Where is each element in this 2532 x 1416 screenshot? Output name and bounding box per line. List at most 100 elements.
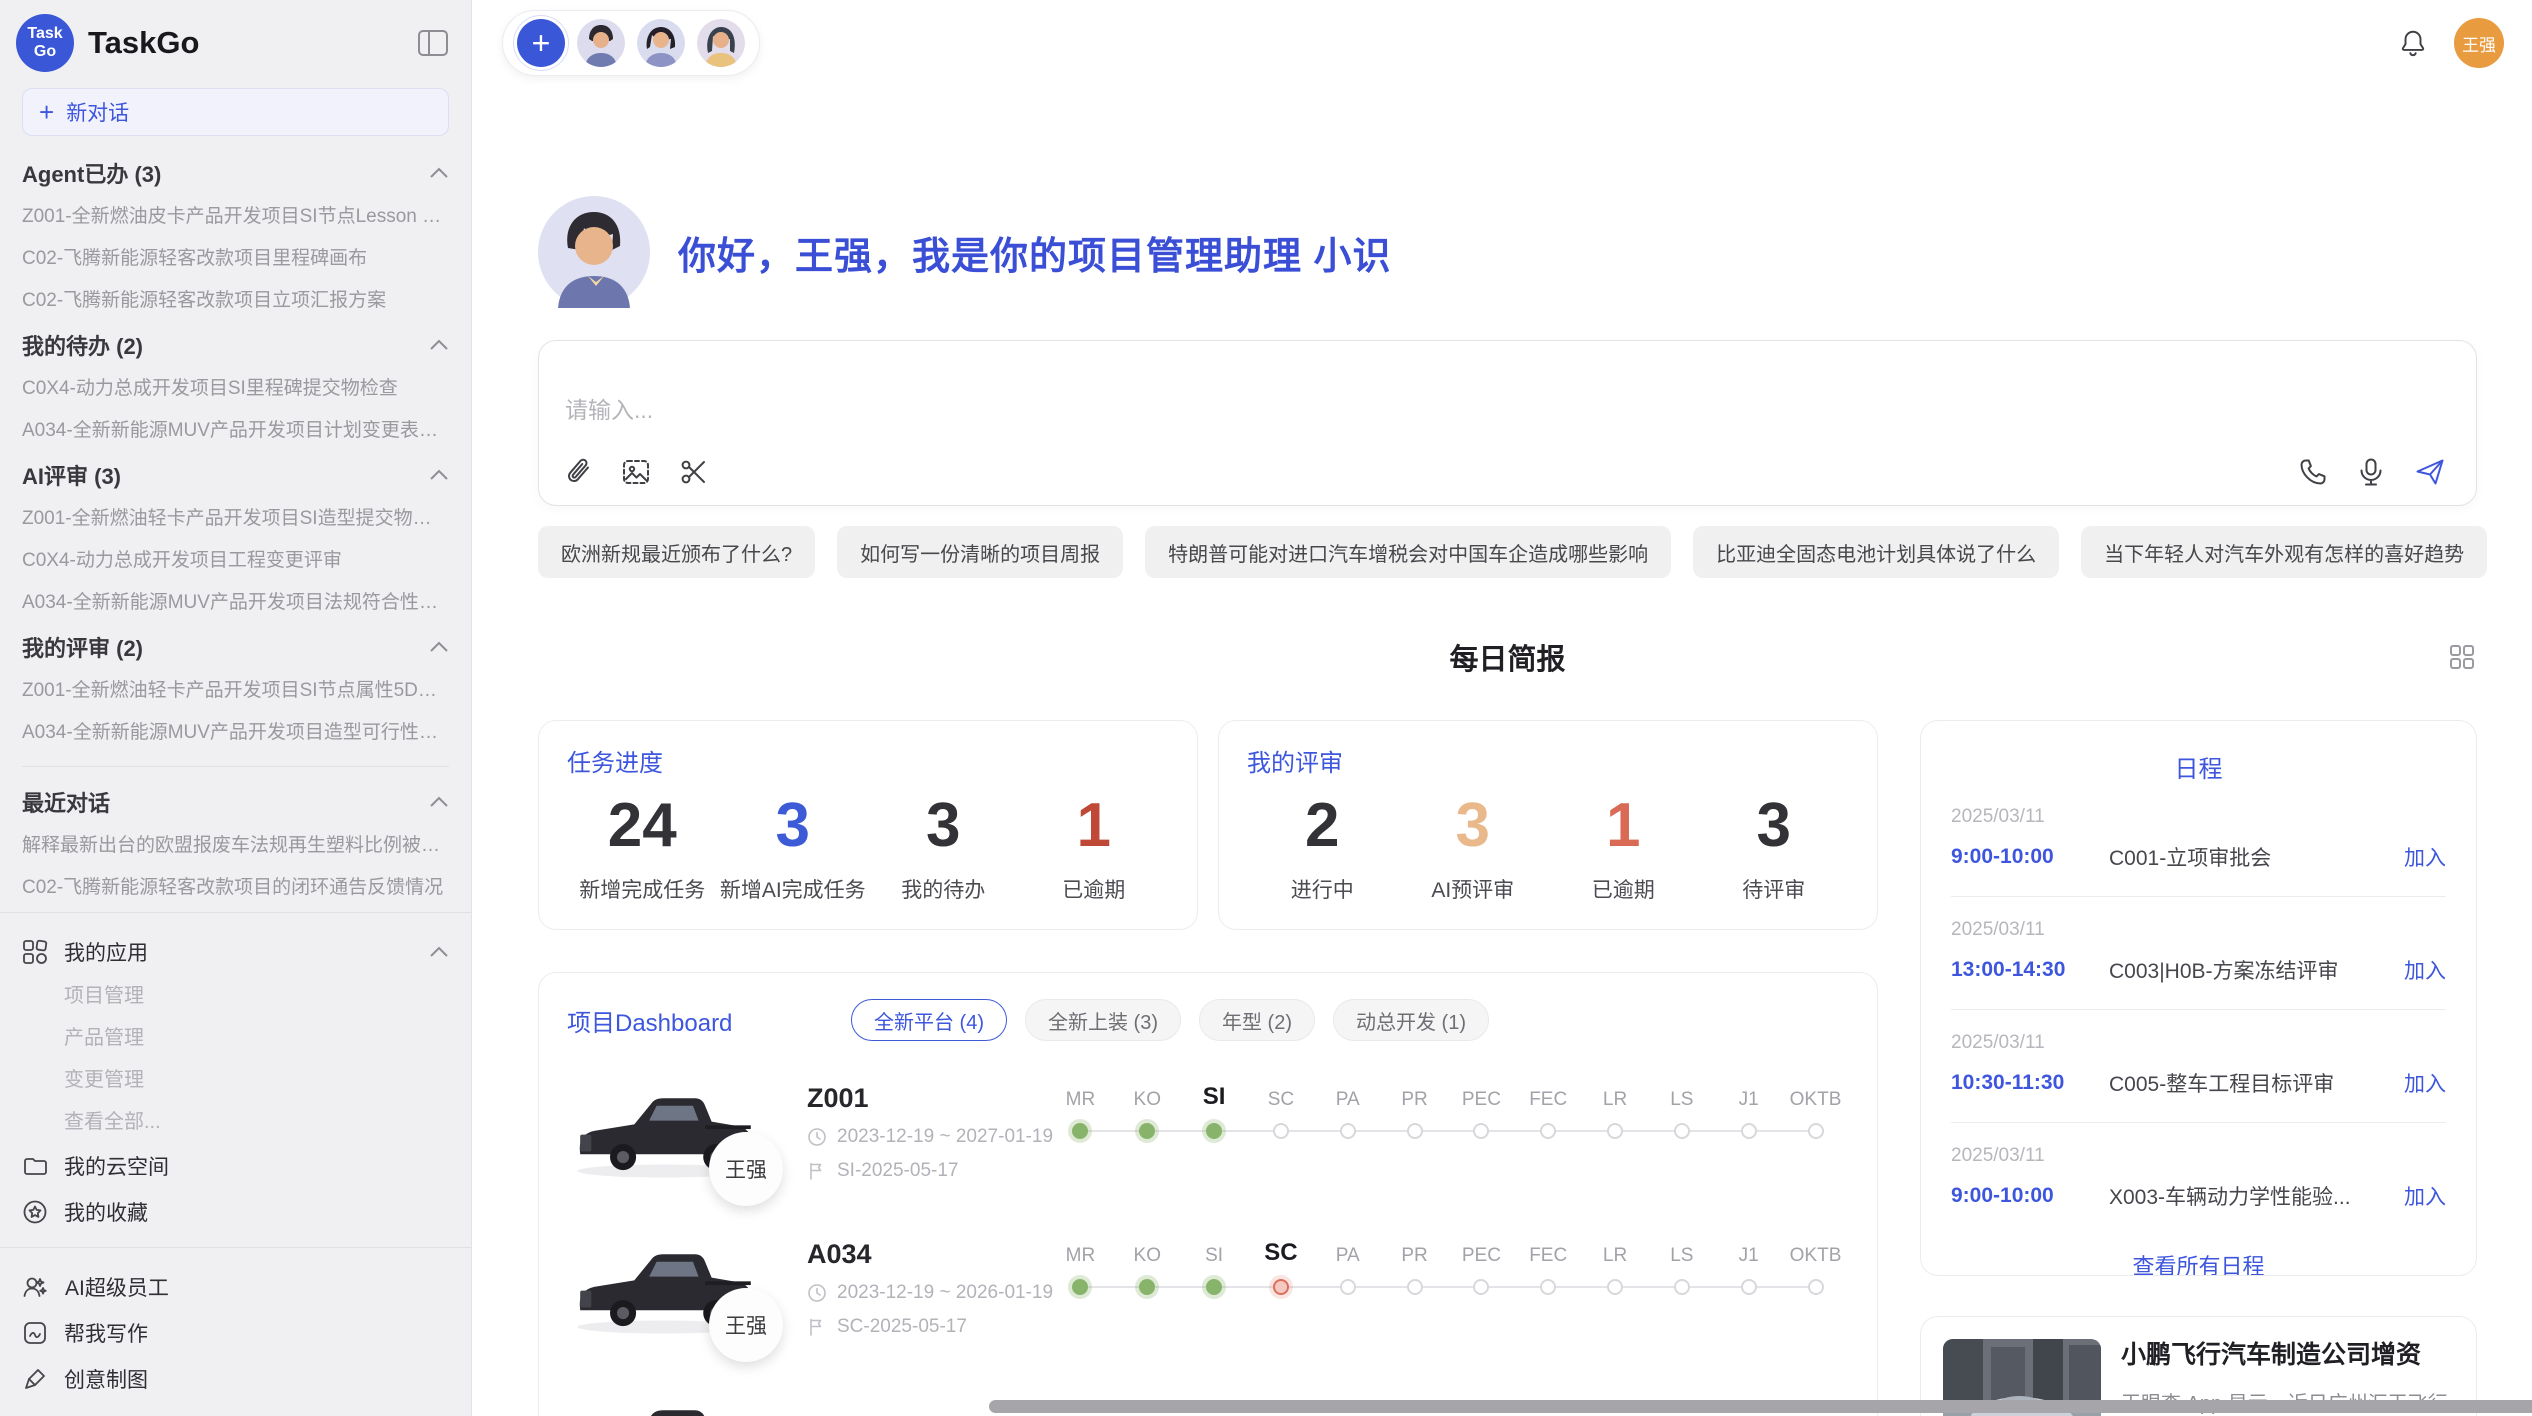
chat-avatar-1[interactable] (577, 19, 625, 67)
tool-label: 帮我写作 (64, 1318, 148, 1348)
sidebar-section-header-3[interactable]: 我的评审 (2) (22, 624, 449, 670)
sidebar-app-subitem[interactable]: 产品管理 (22, 1017, 449, 1059)
milestone-node[interactable] (1674, 1279, 1690, 1295)
folder-icon (22, 1153, 48, 1179)
new-chat-button[interactable]: + 新对话 (22, 88, 449, 136)
milestone-node[interactable] (1607, 1123, 1623, 1139)
sidebar-item-favorites[interactable]: 我的收藏 (22, 1189, 449, 1235)
phone-icon[interactable] (2298, 457, 2328, 487)
suggestion-chip[interactable]: 比亚迪全固态电池计划具体说了什么 (1693, 526, 2059, 578)
milestone-node[interactable] (1206, 1123, 1222, 1139)
paperclip-icon[interactable] (565, 457, 593, 487)
sidebar-conversation-item[interactable]: 解释最新出台的欧盟报废车法规再生塑料比例被调至15%... (22, 825, 449, 867)
sidebar-tool-pen[interactable]: 创意制图 (22, 1356, 449, 1402)
project-code[interactable]: Z001 (807, 1083, 1047, 1114)
chat-avatar-2[interactable] (637, 19, 685, 67)
sidebar-conversation-item[interactable]: Z001-全新燃油轻卡产品开发项目SI节点属性5D文件评审 (22, 670, 449, 712)
chat-avatar-3[interactable] (697, 19, 745, 67)
dashboard-tab[interactable]: 全新平台 (4) (851, 999, 1007, 1041)
sidebar-app-subitem[interactable]: 变更管理 (22, 1059, 449, 1101)
milestone-label: SI (1205, 1233, 1223, 1267)
milestone-node[interactable] (1808, 1123, 1824, 1139)
project-car (567, 1387, 779, 1416)
milestone-node[interactable] (1072, 1279, 1088, 1295)
project-info: Z001 2023-12-19 ~ 2027-01-19 SI-2025-05-… (779, 1083, 1047, 1182)
sidebar-conversation-item[interactable]: C0X4-动力总成开发项目SI里程碑提交物检查 (22, 368, 449, 410)
sidebar-conversation-item[interactable]: C0X4-动力总成开发项目工程变更评审 (22, 540, 449, 582)
milestone-node[interactable] (1808, 1279, 1824, 1295)
suggestion-chip[interactable]: 欧洲新规最近颁布了什么? (538, 526, 815, 578)
sidebar-conversation-item[interactable]: A034-全新新能源MUV产品开发项目计划变更表编写 (22, 410, 449, 452)
milestone-node[interactable] (1407, 1123, 1423, 1139)
mic-icon[interactable] (2356, 457, 2386, 487)
join-link[interactable]: 加入 (2404, 1068, 2446, 1098)
milestone-node[interactable] (1139, 1123, 1155, 1139)
join-link[interactable]: 加入 (2404, 955, 2446, 985)
dashboard-tab[interactable]: 年型 (2) (1199, 999, 1315, 1041)
milestone-node[interactable] (1206, 1279, 1222, 1295)
sidebar-conversation-item[interactable]: Z001-全新燃油皮卡产品开发项目SI节点Lesson Learn报告 (22, 196, 449, 238)
sidebar-tool-write[interactable]: 帮我写作 (22, 1310, 449, 1356)
milestone-node[interactable] (1407, 1279, 1423, 1295)
sidebar-section-header-1[interactable]: 我的待办 (2) (22, 322, 449, 368)
sidebar-item-my-apps[interactable]: 我的应用 (22, 929, 449, 975)
sidebar-section-header-0[interactable]: Agent已办 (3) (22, 150, 449, 196)
add-conversation-button[interactable]: + (517, 19, 565, 67)
milestone-node[interactable] (1072, 1123, 1088, 1139)
milestone-node[interactable] (1139, 1279, 1155, 1295)
milestone-ls: LS (1648, 1233, 1715, 1295)
milestone-node[interactable] (1273, 1279, 1289, 1295)
sidebar-app-subitem[interactable]: 项目管理 (22, 975, 449, 1017)
milestone-node[interactable] (1607, 1279, 1623, 1295)
sidebar-tool-users[interactable]: AI超级员工 (22, 1264, 449, 1310)
suggestion-chip[interactable]: 特朗普可能对进口汽车增税会对中国车企造成哪些影响 (1145, 526, 1671, 578)
sidebar-conversation-item[interactable]: C02-飞腾新能源轻客改款项目立项汇报方案 (22, 280, 449, 322)
sidebar-item-cloud-space[interactable]: 我的云空间 (22, 1143, 449, 1189)
sidebar-section-header-2[interactable]: AI评审 (3) (22, 452, 449, 498)
horizontal-scrollbar[interactable] (989, 1400, 2532, 1413)
milestone-node[interactable] (1473, 1279, 1489, 1295)
message-input[interactable] (565, 397, 1727, 424)
sidebar-section-header-4[interactable]: 最近对话 (22, 779, 449, 825)
sidebar-tools-block: AI超级员工帮我写作创意制图 (0, 1260, 471, 1416)
panel-toggle-icon[interactable] (417, 29, 449, 57)
stat-cell: 3待评审 (1699, 792, 1850, 904)
project-code[interactable]: A034 (807, 1239, 1047, 1270)
milestone-track: MRKOSISCPAPRPECFECLRLSJ1OKTB (1047, 1067, 1849, 1139)
milestone-node[interactable] (1473, 1123, 1489, 1139)
assistant-avatar (538, 196, 650, 308)
view-all-schedule-link[interactable]: 查看所有日程 (1951, 1249, 2446, 1276)
send-icon[interactable] (2414, 457, 2446, 487)
scissors-icon[interactable] (679, 457, 709, 487)
milestone-node[interactable] (1741, 1123, 1757, 1139)
milestone-node[interactable] (1741, 1279, 1757, 1295)
user-avatar[interactable]: 王强 (2454, 18, 2504, 68)
layout-grid-icon[interactable] (2449, 644, 2475, 675)
flag-icon (807, 1161, 827, 1181)
milestone-sc: SC (1247, 1077, 1314, 1139)
sidebar-conversation-item[interactable]: C02-飞腾新能源轻客改款项目的闭环通告反馈情况 (22, 867, 449, 900)
milestone-node[interactable] (1540, 1123, 1556, 1139)
sidebar-conversation-item[interactable]: A034-全新新能源MUV产品开发项目造型可行性评审 (22, 712, 449, 754)
milestone-label: PEC (1462, 1233, 1501, 1267)
sidebar-conversation-item[interactable]: Z001-全新燃油轻卡产品开发项目SI造型提交物评审 (22, 498, 449, 540)
milestone-node[interactable] (1340, 1279, 1356, 1295)
image-icon[interactable] (621, 457, 651, 487)
schedule-list: 2025/03/11 9:00-10:00 C001-立项审批会 加入 2025… (1951, 784, 2446, 1235)
suggestion-chip[interactable]: 如何写一份清晰的项目周报 (837, 526, 1123, 578)
schedule-event-title: C005-整车工程目标评审 (2109, 1068, 2404, 1098)
suggestion-chip[interactable]: 当下年轻人对汽车外观有怎样的喜好趋势 (2081, 526, 2487, 578)
dashboard-tab[interactable]: 动总开发 (1) (1333, 999, 1489, 1041)
dashboard-tab[interactable]: 全新上装 (3) (1025, 999, 1181, 1041)
milestone-node[interactable] (1273, 1123, 1289, 1139)
milestone-sc: SC (1247, 1233, 1314, 1295)
sidebar-conversation-item[interactable]: A034-全新新能源MUV产品开发项目法规符合性评审 (22, 582, 449, 624)
join-link[interactable]: 加入 (2404, 842, 2446, 872)
milestone-node[interactable] (1674, 1123, 1690, 1139)
milestone-node[interactable] (1340, 1123, 1356, 1139)
bell-icon[interactable] (2398, 28, 2428, 58)
sidebar-app-subitem[interactable]: 查看全部... (22, 1101, 449, 1143)
join-link[interactable]: 加入 (2404, 1181, 2446, 1211)
sidebar-conversation-item[interactable]: C02-飞腾新能源轻客改款项目里程碑画布 (22, 238, 449, 280)
milestone-node[interactable] (1540, 1279, 1556, 1295)
